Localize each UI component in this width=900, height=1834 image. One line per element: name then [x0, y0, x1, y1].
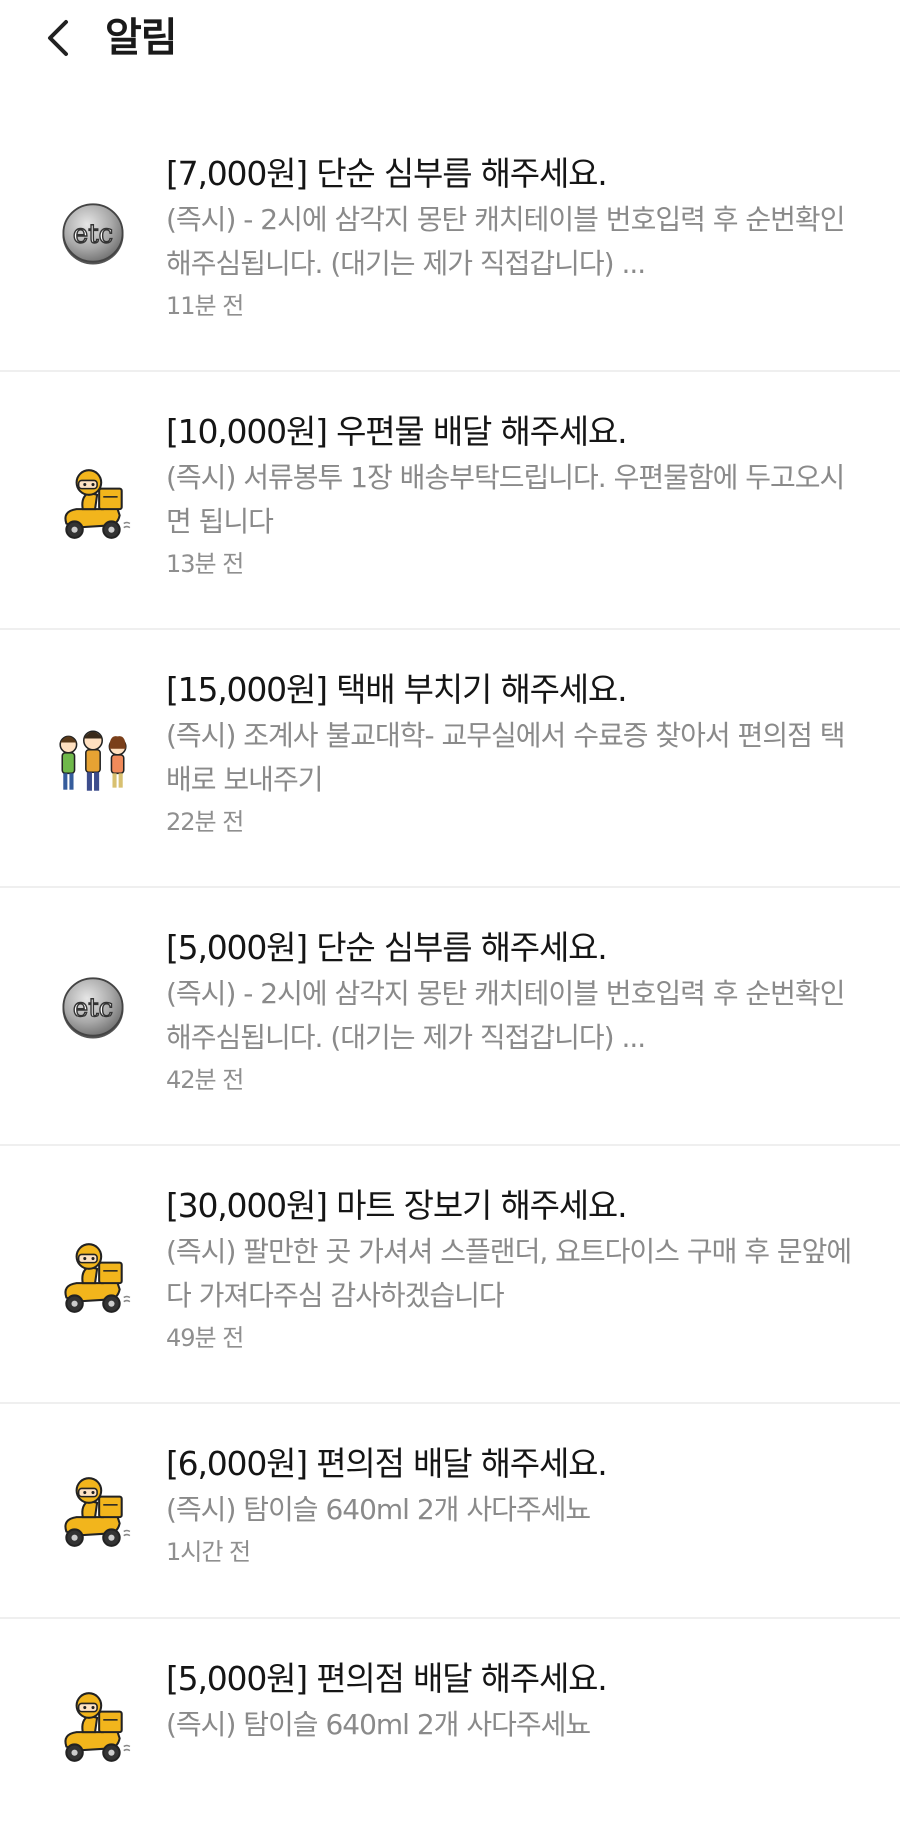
- notification-title: [7,000원] 단순 심부름 해주세요.: [166, 154, 608, 193]
- notification-time: 49분 전: [166, 1324, 244, 1352]
- notification-body: (즉시) - 2시에 삼각지 몽탄 캐치테이블 번호입력 후 순번확인 해주심됩…: [166, 977, 845, 1054]
- notification-title: [5,000원] 편의점 배달 해주세요.: [166, 1659, 608, 1698]
- notification-body: (즉시) - 2시에 삼각지 몽탄 캐치테이블 번호입력 후 순번확인 해주심됩…: [166, 203, 845, 280]
- notification-title: [30,000원] 마트 장보기 해주세요.: [166, 1186, 628, 1225]
- delivery-scooter-icon: [52, 1470, 134, 1552]
- notification-time: 1시간 전: [166, 1538, 251, 1566]
- delivery-scooter-icon: [52, 1236, 134, 1318]
- notification-item[interactable]: [7,000원] 단순 심부름 해주세요. (즉시) - 2시에 삼각지 몽탄 …: [0, 114, 900, 372]
- etc-icon: [52, 966, 134, 1048]
- notification-title: [15,000원] 택배 부치기 해주세요.: [166, 670, 628, 709]
- notification-body: (즉시) 탐이슬 640ml 2개 사다주세뇨: [166, 1708, 591, 1741]
- notification-title: [5,000원] 단순 심부름 해주세요.: [166, 928, 608, 967]
- notification-time: 22분 전: [166, 808, 244, 836]
- notification-item[interactable]: [10,000원] 우편물 배달 해주세요. (즉시) 서류봉투 1장 배송부탁…: [0, 372, 900, 630]
- notification-body: (즉시) 탐이슬 640ml 2개 사다주세뇨: [166, 1493, 591, 1526]
- header: 알림: [0, 0, 900, 80]
- delivery-scooter-icon: [52, 462, 134, 544]
- notification-body: (즉시) 조계사 불교대학- 교무실에서 수료증 찾아서 편의점 택배로 보내주…: [166, 719, 846, 796]
- notification-item[interactable]: [5,000원] 편의점 배달 해주세요. (즉시) 탐이슬 640ml 2개 …: [0, 1619, 900, 1834]
- chevron-left-icon: [48, 20, 68, 56]
- delivery-scooter-icon: [52, 1685, 134, 1767]
- notification-item[interactable]: [15,000원] 택배 부치기 해주세요. (즉시) 조계사 불교대학- 교무…: [0, 630, 900, 888]
- notification-item[interactable]: [5,000원] 단순 심부름 해주세요. (즉시) - 2시에 삼각지 몽탄 …: [0, 888, 900, 1146]
- notification-body: (즉시) 팔만한 곳 가셔셔 스플랜더, 요트다이스 구매 후 문앞에 다 가져…: [166, 1235, 852, 1312]
- notification-body: (즉시) 서류봉투 1장 배송부탁드립니다. 우편물함에 두고오시면 됩니다: [166, 461, 845, 538]
- notification-time: 13분 전: [166, 550, 244, 578]
- notification-title: [10,000원] 우편물 배달 해주세요.: [166, 412, 628, 451]
- notification-time: 11분 전: [166, 292, 244, 320]
- etc-icon: [52, 192, 134, 274]
- page-title: 알림: [105, 15, 178, 61]
- people-group-icon: [52, 720, 134, 802]
- back-button[interactable]: [38, 16, 78, 60]
- notification-time: 42분 전: [166, 1066, 244, 1094]
- notification-list: [7,000원] 단순 심부름 해주세요. (즉시) - 2시에 삼각지 몽탄 …: [0, 114, 900, 1834]
- notification-item[interactable]: [30,000원] 마트 장보기 해주세요. (즉시) 팔만한 곳 가셔셔 스플…: [0, 1146, 900, 1404]
- notification-title: [6,000원] 편의점 배달 해주세요.: [166, 1444, 608, 1483]
- notification-item[interactable]: [6,000원] 편의점 배달 해주세요. (즉시) 탐이슬 640ml 2개 …: [0, 1404, 900, 1619]
